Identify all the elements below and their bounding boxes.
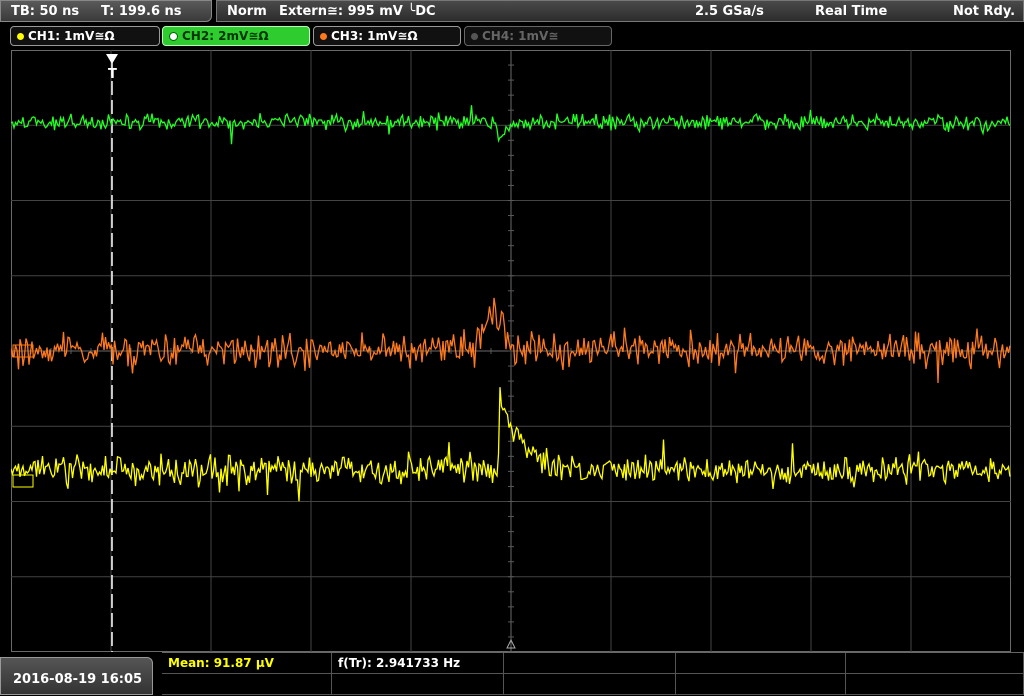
ch1-ground-marker[interactable] [12, 474, 34, 488]
datetime-panel: 2016-08-19 16:05 [0, 657, 153, 695]
measurement-panel[interactable]: Mean: 91.87 µV f(Tr): 2.941733 Hz [162, 652, 1024, 696]
ch1-label: CH1: 1mV≅Ω [28, 29, 115, 43]
ch3-label: CH3: 1mV≅Ω [331, 29, 418, 43]
graticule [11, 50, 1011, 652]
trigger-marker-label: T [108, 67, 117, 82]
channel-bar: CH1: 1mV≅Ω CH2: 2mV≅Ω CH3: 1mV≅Ω CH4: 1m… [0, 26, 1024, 48]
waveform-canvas: T [11, 50, 1011, 652]
measurement-slot-5 [846, 653, 1024, 674]
measurement-slot-8 [504, 674, 676, 695]
channel-2-button[interactable]: CH2: 2mV≅Ω [162, 26, 310, 46]
measurement-slot-7 [332, 674, 504, 695]
channel-1-button[interactable]: CH1: 1mV≅Ω [10, 26, 160, 46]
timebase-value: TB: 50 ns [11, 4, 80, 19]
ch2-indicator-icon [169, 32, 178, 41]
acquisition-panel[interactable]: Norm Extern≅: 995 mV ╰DC 2.5 GSa/s Real … [216, 0, 1024, 22]
channel-3-button[interactable]: CH3: 1mV≅Ω [313, 26, 461, 46]
sample-rate: 2.5 GSa/s [695, 4, 764, 19]
ch1-indicator-icon [17, 33, 24, 40]
ch4-indicator-icon [471, 33, 478, 40]
measurement-frequency: f(Tr): 2.941733 Hz [332, 653, 504, 674]
channel-4-button[interactable]: CH4: 1mV≅ [464, 26, 612, 46]
ch2-label: CH2: 2mV≅Ω [182, 29, 269, 43]
measurement-slot-10 [846, 674, 1024, 695]
trigger-position-value: T: 199.6 ns [101, 4, 182, 19]
trigger-source: Extern≅: 995 mV ╰DC [279, 4, 436, 19]
timebase-panel[interactable]: TB: 50 ns T: 199.6 ns [0, 0, 212, 22]
ch4-label: CH4: 1mV≅ [482, 29, 559, 43]
measurement-mean: Mean: 91.87 µV [162, 653, 332, 674]
trigger-mode: Norm [227, 4, 267, 19]
measurement-slot-3 [504, 653, 676, 674]
acquisition-mode: Real Time [815, 4, 888, 19]
measurement-slot-4 [676, 653, 846, 674]
datetime-value: 2016-08-19 16:05 [13, 672, 143, 687]
measurement-slot-6 [162, 674, 332, 695]
run-state: Not Rdy. [953, 4, 1016, 19]
ch3-indicator-icon [320, 33, 327, 40]
measurement-slot-9 [676, 674, 846, 695]
status-bar: TB: 50 ns T: 199.6 ns Norm Extern≅: 995 … [0, 0, 1024, 24]
trigger-arrow-icon [106, 54, 118, 64]
